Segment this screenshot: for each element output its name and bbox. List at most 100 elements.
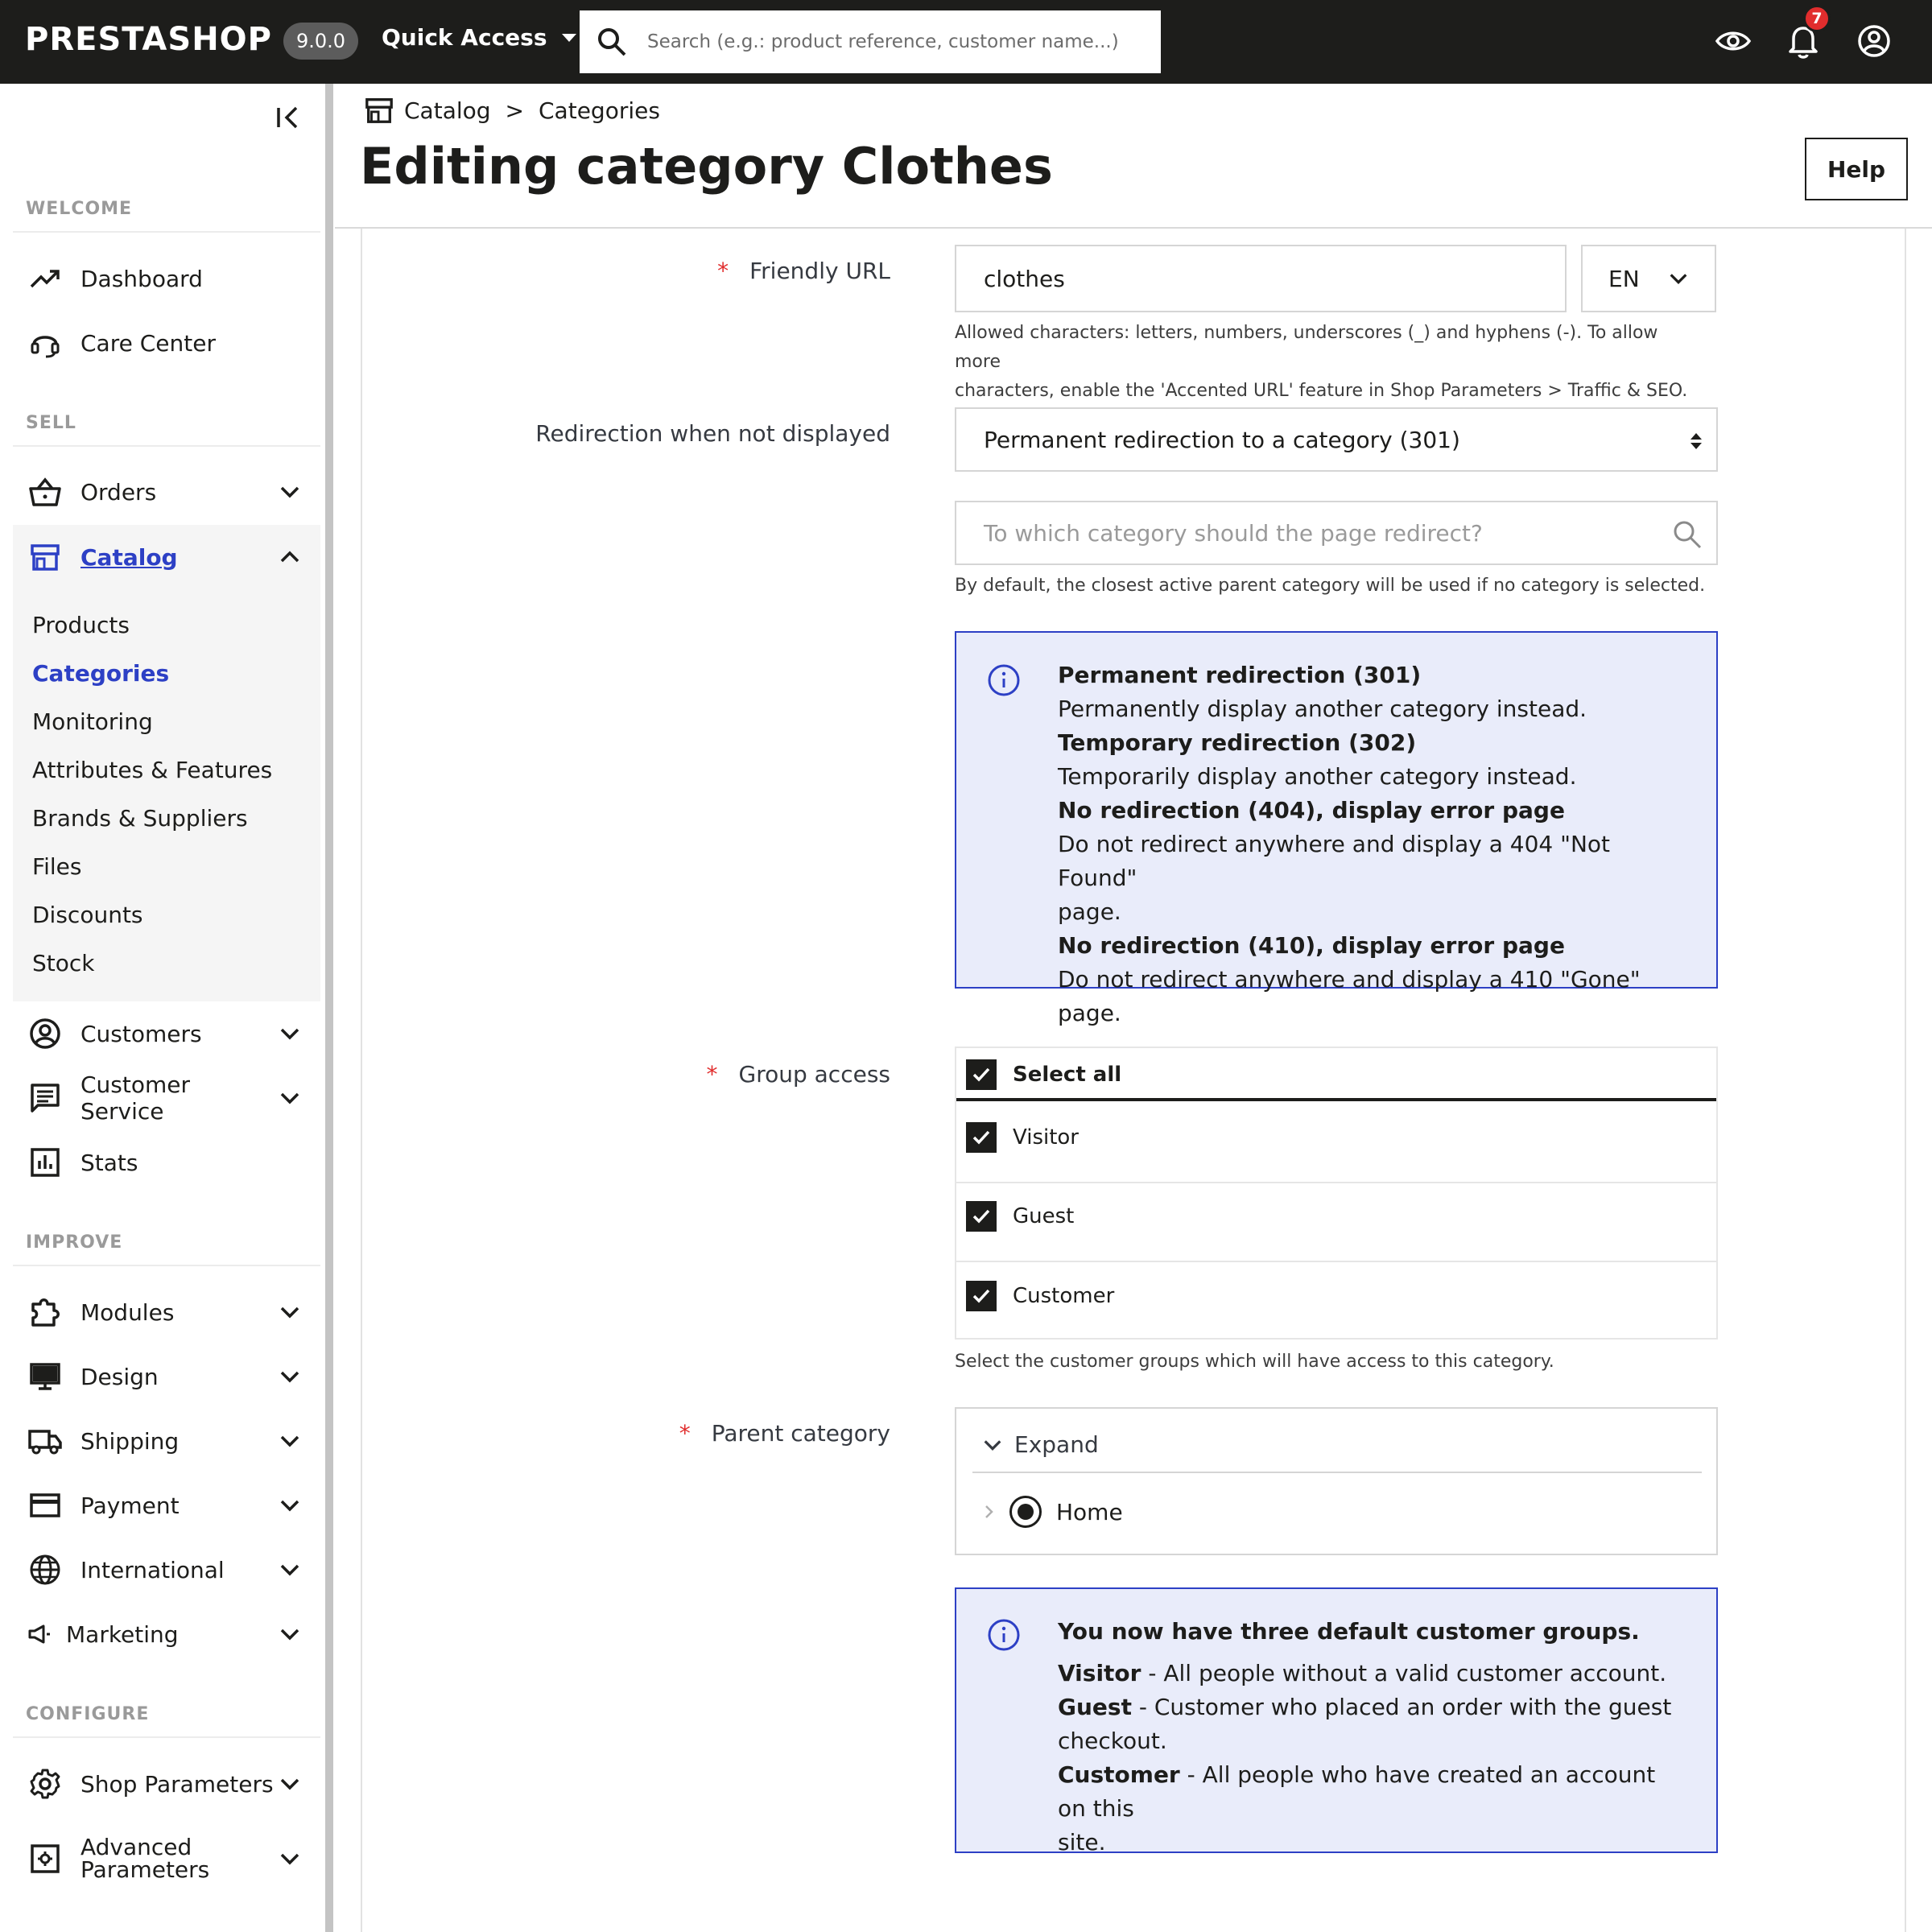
friendly-url-input[interactable]: clothes xyxy=(955,245,1567,312)
category-tree: Expand Home xyxy=(955,1407,1718,1555)
sidebar-item-orders[interactable]: Orders xyxy=(13,464,320,520)
select-all-label: Select all xyxy=(1013,1063,1122,1087)
puzzle-icon xyxy=(27,1294,63,1330)
group-access-label-text: Group access xyxy=(738,1061,891,1088)
prestashop-logo[interactable]: PRESTASHOP xyxy=(25,21,272,58)
checkbox-checked-icon[interactable] xyxy=(966,1281,997,1311)
sidebar-item-shipping[interactable]: Shipping xyxy=(13,1413,320,1469)
info-text: site. xyxy=(1058,1829,1106,1856)
global-search[interactable] xyxy=(580,10,1161,73)
sidebar-item-design[interactable]: Design xyxy=(13,1348,320,1405)
redirection-label: Redirection when not displayed xyxy=(535,420,890,447)
sidebar-subitem-discounts[interactable]: Discounts xyxy=(32,902,143,928)
sidebar-item-customer-service[interactable]: Customer Service xyxy=(13,1070,320,1126)
radio-selected-icon[interactable] xyxy=(1009,1496,1042,1528)
sidebar-subitem-attributes[interactable]: Attributes & Features xyxy=(32,757,272,783)
expand-label: Expand xyxy=(1014,1431,1099,1458)
select-arrows-icon xyxy=(1690,433,1702,449)
sidebar-item-payment[interactable]: Payment xyxy=(13,1477,320,1534)
group-row-guest[interactable]: Guest xyxy=(956,1199,1716,1233)
sidebar-subitem-products[interactable]: Products xyxy=(32,612,130,638)
info-icon xyxy=(988,1619,1020,1651)
chat-icon xyxy=(27,1080,63,1116)
language-select[interactable]: EN xyxy=(1581,245,1716,312)
divider xyxy=(13,1265,320,1266)
group-access-help: Select the customer groups which will ha… xyxy=(955,1352,1554,1372)
breadcrumb-catalog-link[interactable]: Catalog xyxy=(404,97,491,124)
sidebar-subitem-files[interactable]: Files xyxy=(32,853,81,880)
sidebar-item-label: Care Center xyxy=(80,329,216,357)
chevron-down-icon xyxy=(280,1307,299,1319)
help-button[interactable]: Help xyxy=(1805,138,1908,200)
search-icon xyxy=(598,28,626,56)
sidebar-item-modules[interactable]: Modules xyxy=(13,1284,320,1340)
sidebar-item-care-center[interactable]: Care Center xyxy=(13,315,320,371)
header-divider xyxy=(335,227,1932,229)
sidebar-item-label: Orders xyxy=(80,478,157,506)
checkbox-checked-icon[interactable] xyxy=(966,1201,997,1232)
globe-icon xyxy=(27,1552,63,1587)
sidebar-item-label: Customer Service xyxy=(80,1071,191,1125)
header-divider xyxy=(956,1098,1716,1101)
parent-category-label: * Parent category xyxy=(679,1420,890,1447)
search-input[interactable] xyxy=(647,31,1130,52)
chevron-down-icon xyxy=(280,1564,299,1576)
checkbox-checked-icon[interactable] xyxy=(966,1122,997,1153)
group-row-visitor[interactable]: Visitor xyxy=(956,1121,1716,1154)
sidebar-item-label: Marketing xyxy=(66,1620,179,1648)
checkbox-checked-icon[interactable] xyxy=(966,1059,997,1090)
sidebar-item-stats[interactable]: Stats xyxy=(13,1134,320,1191)
redirection-help: By default, the closest active parent ca… xyxy=(955,576,1706,596)
section-sell: SELL xyxy=(26,413,76,433)
section-welcome: WELCOME xyxy=(26,199,133,219)
sidebar-item-shop-parameters[interactable]: Shop Parameters xyxy=(13,1756,320,1812)
section-configure: CONFIGURE xyxy=(26,1704,150,1724)
groups-info-alert: You now have three default customer grou… xyxy=(955,1587,1718,1856)
select-all-row[interactable]: Select all xyxy=(956,1058,1716,1092)
info-term: Visitor xyxy=(1058,1660,1141,1686)
collapse-sidebar-icon[interactable] xyxy=(272,101,304,134)
redirection-select[interactable]: Permanent redirection to a category (301… xyxy=(955,407,1718,472)
chevron-down-icon xyxy=(280,1371,299,1383)
redirection-info-alert: Permanent redirection (301) Permanently … xyxy=(955,631,1718,1026)
sidebar-item-international[interactable]: International xyxy=(13,1542,320,1598)
chevron-down-icon xyxy=(280,1092,299,1104)
section-improve: IMPROVE xyxy=(26,1232,123,1253)
sidebar-item-dashboard[interactable]: Dashboard xyxy=(13,250,320,307)
account-icon[interactable] xyxy=(1856,21,1892,61)
store-icon xyxy=(27,539,63,575)
tree-node-home[interactable]: Home xyxy=(982,1496,1123,1528)
store-icon xyxy=(365,98,393,123)
chevron-down-icon xyxy=(280,1500,299,1512)
sidebar-subitem-categories[interactable]: Categories xyxy=(32,660,169,687)
friendly-url-value: clothes xyxy=(984,265,1065,292)
sidebar-subitem-brands[interactable]: Brands & Suppliers xyxy=(32,805,248,832)
headset-icon xyxy=(27,325,63,361)
expand-tree-button[interactable]: Expand xyxy=(982,1431,1099,1458)
eye-icon[interactable] xyxy=(1715,21,1752,61)
sidebar-item-catalog[interactable]: Catalog xyxy=(13,529,320,585)
chevron-right-icon[interactable] xyxy=(982,1503,997,1521)
friendly-url-help-line: Allowed characters: letters, numbers, un… xyxy=(955,323,1658,372)
breadcrumb-separator: > xyxy=(505,97,524,124)
redirect-target-input[interactable]: To which category should the page redire… xyxy=(955,501,1718,565)
info-heading: You now have three default customer grou… xyxy=(1058,1618,1640,1645)
divider xyxy=(13,445,320,447)
sidebar-item-marketing[interactable]: Marketing xyxy=(13,1606,320,1662)
settings-box-icon xyxy=(27,1841,63,1876)
sidebar-scrollbar[interactable] xyxy=(325,84,333,1932)
sidebar-item-customers[interactable]: Customers xyxy=(13,1005,320,1062)
group-row-customer[interactable]: Customer xyxy=(956,1279,1716,1313)
group-label: Customer xyxy=(1013,1284,1115,1308)
sidebar-subitem-monitoring[interactable]: Monitoring xyxy=(32,708,153,735)
breadcrumb-categories-link[interactable]: Categories xyxy=(539,97,660,124)
friendly-url-label-text: Friendly URL xyxy=(749,258,890,284)
quick-access-menu[interactable]: Quick Access xyxy=(382,24,576,51)
sidebar-item-label: Dashboard xyxy=(80,265,203,292)
divider xyxy=(13,231,320,233)
sidebar-subitem-stock[interactable]: Stock xyxy=(32,950,95,976)
sidebar-item-advanced-parameters[interactable]: Advanced Parameters xyxy=(13,1823,320,1895)
sidebar-item-label: Stats xyxy=(80,1149,138,1176)
sidebar-item-label: Shop Parameters xyxy=(80,1770,274,1798)
notifications-count-badge: 7 xyxy=(1803,5,1831,32)
